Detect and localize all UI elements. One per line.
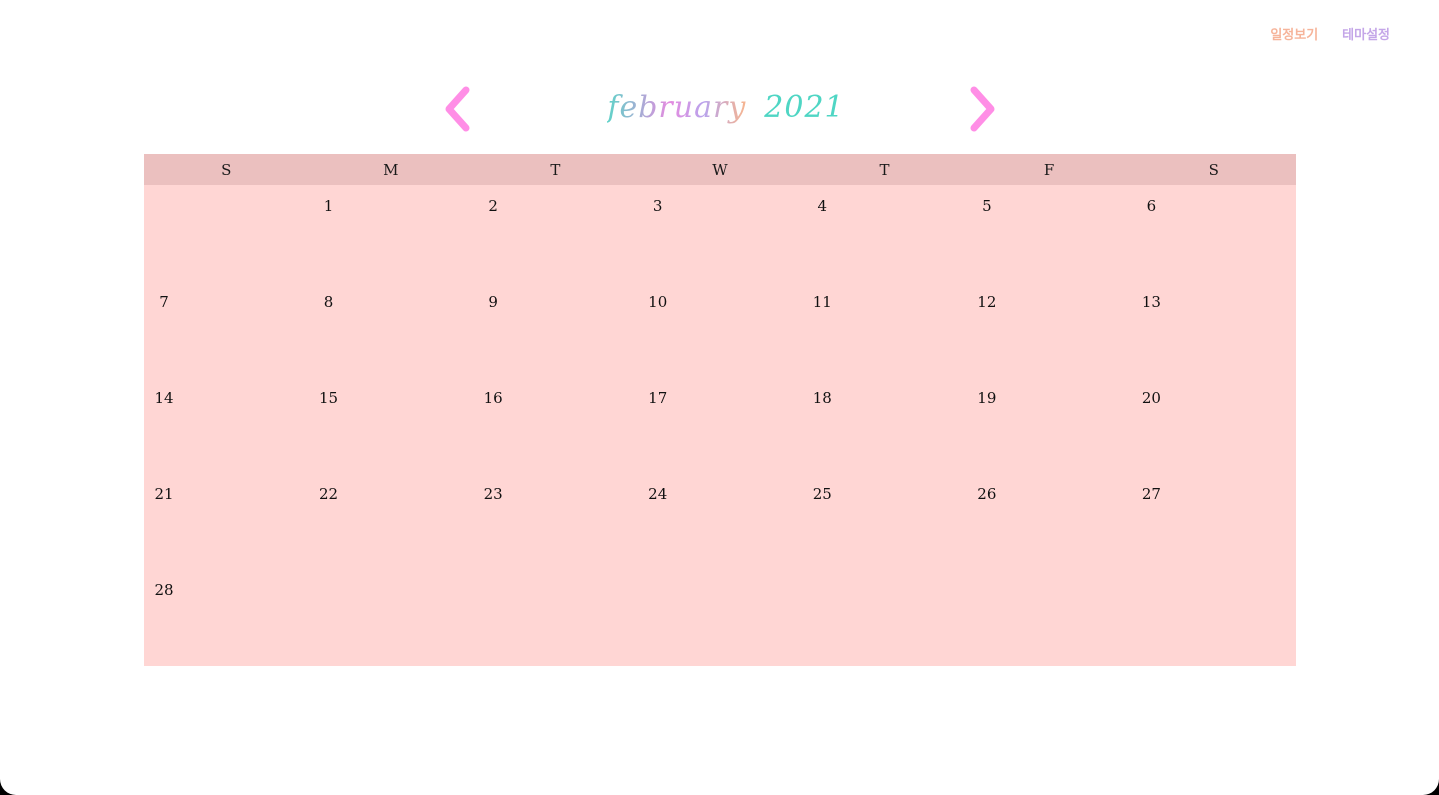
- day-cell[interactable]: 19: [967, 377, 1132, 473]
- day-cell[interactable]: 17: [638, 377, 803, 473]
- day-cell: [638, 569, 803, 665]
- view-schedule-link[interactable]: 일정보기: [1270, 24, 1318, 43]
- next-month-button[interactable]: [962, 84, 1002, 134]
- day-cell[interactable]: 26: [967, 473, 1132, 569]
- weekday-tue: T: [550, 160, 561, 179]
- day-cell[interactable]: 8: [309, 281, 474, 377]
- day-number: 15: [319, 389, 339, 407]
- day-cell[interactable]: 22: [309, 473, 474, 569]
- day-number: 5: [982, 197, 992, 215]
- day-number: 18: [812, 389, 832, 407]
- chevron-right-icon: [970, 86, 995, 132]
- day-cell[interactable]: 2: [473, 185, 638, 281]
- day-cell: [309, 569, 474, 665]
- day-cell[interactable]: 13: [1131, 281, 1296, 377]
- day-cell[interactable]: 20: [1131, 377, 1296, 473]
- day-number: 28: [154, 581, 174, 599]
- day-cell[interactable]: 3: [638, 185, 803, 281]
- month-header: february 2021: [0, 80, 1439, 136]
- day-number: 17: [648, 389, 668, 407]
- top-nav: 일정보기 테마설정: [1270, 24, 1390, 43]
- day-cell[interactable]: 25: [802, 473, 967, 569]
- month-year: 2021: [764, 89, 845, 125]
- day-cell[interactable]: 6: [1131, 185, 1296, 281]
- day-number: 3: [652, 197, 663, 215]
- month-title: february 2021: [607, 82, 843, 132]
- day-number: 1: [323, 197, 334, 215]
- day-number: 16: [483, 389, 503, 407]
- day-cell: [967, 569, 1132, 665]
- day-cell: [144, 185, 309, 281]
- chevron-left-icon: [445, 86, 470, 132]
- day-cell[interactable]: 28: [144, 569, 309, 665]
- prev-month-button[interactable]: [438, 84, 478, 134]
- day-cell: [473, 569, 638, 665]
- day-number: 19: [977, 389, 997, 407]
- month-name: february: [607, 89, 747, 125]
- day-number: 11: [812, 293, 832, 311]
- day-cell[interactable]: 11: [802, 281, 967, 377]
- day-number: 27: [1141, 485, 1161, 503]
- day-number: 14: [154, 389, 174, 407]
- weekday-header: S M T W T F S: [144, 154, 1296, 185]
- day-cell[interactable]: 10: [638, 281, 803, 377]
- weekday-mon: M: [383, 160, 399, 179]
- days-grid: 1 2 3 4 5 6 7 8 9 10 11 12 13 14 15 16 17 18 19 20 21 22 23 24 2…: [144, 185, 1296, 666]
- weekday-sun: S: [221, 160, 232, 179]
- day-number: 10: [648, 293, 668, 311]
- day-number: 21: [154, 485, 174, 503]
- day-cell[interactable]: 12: [967, 281, 1132, 377]
- day-number: 23: [483, 485, 503, 503]
- day-number: 8: [323, 293, 334, 311]
- day-cell[interactable]: 27: [1131, 473, 1296, 569]
- day-number: 4: [817, 197, 828, 215]
- day-number: 7: [159, 293, 169, 311]
- day-number: 26: [977, 485, 997, 503]
- day-cell[interactable]: 15: [309, 377, 474, 473]
- day-cell[interactable]: 9: [473, 281, 638, 377]
- day-cell: [1131, 569, 1296, 665]
- day-cell[interactable]: 7: [144, 281, 309, 377]
- day-number: 24: [648, 485, 668, 503]
- calendar-page: 일정보기 테마설정 february 2021 S M T W T F S 1 …: [0, 0, 1439, 795]
- weekday-fri: F: [1043, 160, 1055, 179]
- weekday-wed: W: [712, 160, 728, 179]
- day-cell[interactable]: 4: [802, 185, 967, 281]
- day-number: 2: [488, 197, 498, 215]
- weekday-thu: T: [879, 160, 890, 179]
- day-number: 22: [319, 485, 339, 503]
- calendar-grid: S M T W T F S 1 2 3 4 5 6 7 8 9 10 11 12 13 14 15 16 17 1…: [144, 154, 1296, 666]
- day-number: 13: [1141, 293, 1161, 311]
- day-cell[interactable]: 23: [473, 473, 638, 569]
- theme-settings-link[interactable]: 테마설정: [1342, 24, 1390, 43]
- day-number: 12: [977, 293, 997, 311]
- day-cell[interactable]: 14: [144, 377, 309, 473]
- day-cell[interactable]: 18: [802, 377, 967, 473]
- day-number: 9: [488, 293, 498, 311]
- day-number: 25: [812, 485, 832, 503]
- day-cell: [802, 569, 967, 665]
- day-cell[interactable]: 16: [473, 377, 638, 473]
- day-cell[interactable]: 1: [309, 185, 474, 281]
- day-cell[interactable]: 21: [144, 473, 309, 569]
- weekday-sat: S: [1208, 160, 1219, 179]
- day-number: 20: [1141, 389, 1161, 407]
- day-cell[interactable]: 5: [967, 185, 1132, 281]
- day-number: 6: [1146, 197, 1157, 215]
- day-cell[interactable]: 24: [638, 473, 803, 569]
